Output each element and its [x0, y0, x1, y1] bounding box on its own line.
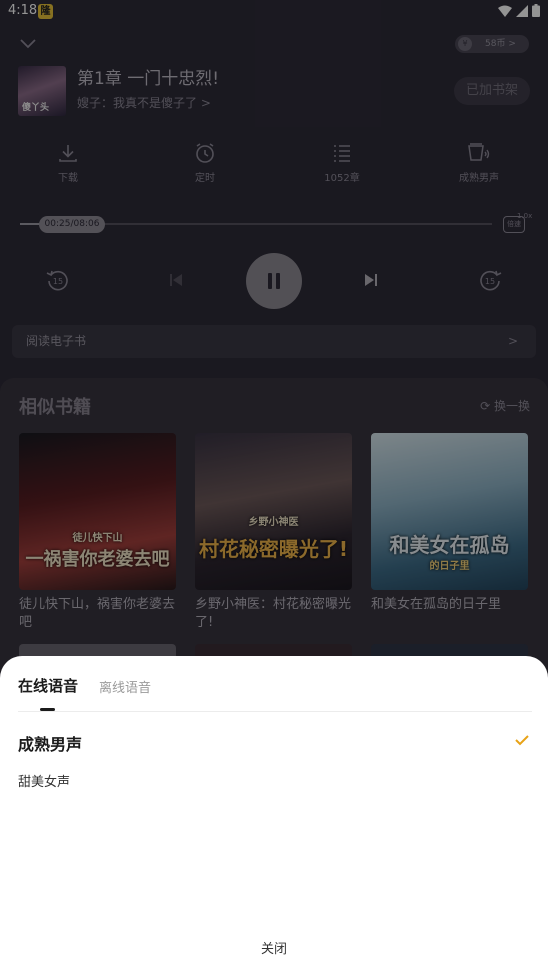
tab-offline-voice[interactable]: 离线语音 — [99, 677, 151, 696]
voice-bottom-sheet: 在线语音 离线语音 成熟男声 甜美女声 关闭 — [0, 656, 548, 974]
close-button[interactable]: 关闭 — [0, 938, 548, 957]
tab-online-voice[interactable]: 在线语音 — [18, 675, 78, 696]
voice-option-mature-male[interactable]: 成熟男声 — [18, 731, 82, 755]
voice-option-sweet-female[interactable]: 甜美女声 — [18, 771, 70, 790]
check-icon — [515, 735, 529, 746]
divider — [18, 711, 532, 712]
